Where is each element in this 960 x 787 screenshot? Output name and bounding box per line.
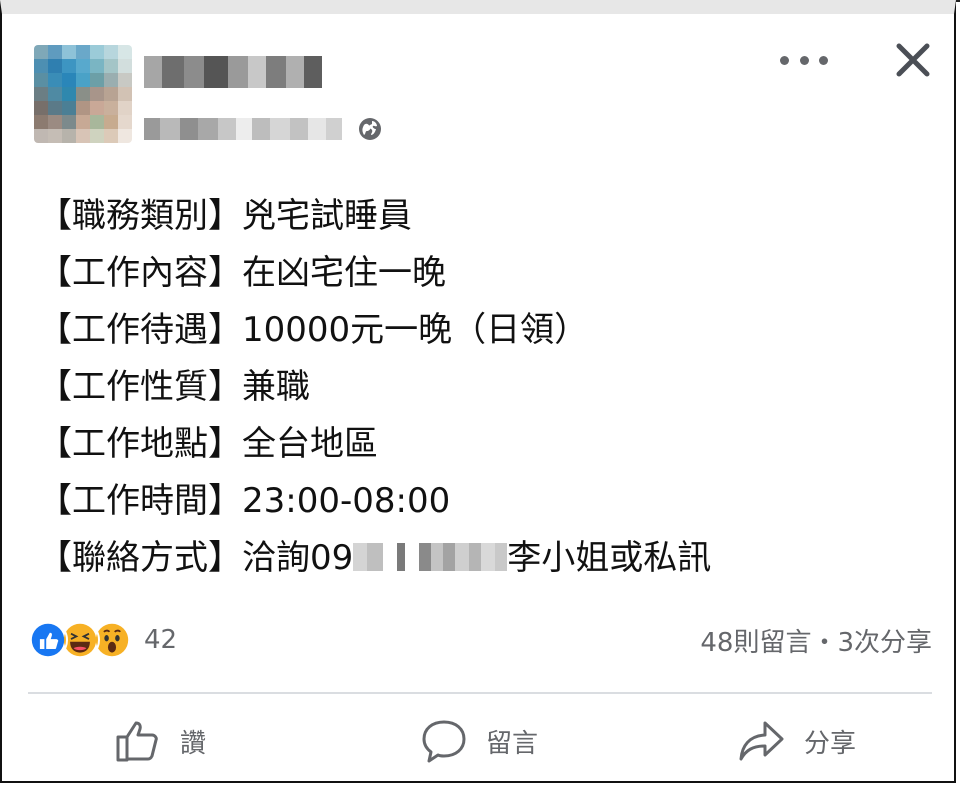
field-label: 【工作地點】 [38, 424, 242, 464]
field-value: 兼職 [242, 367, 310, 407]
field-value: 在凶宅住一晚 [242, 253, 446, 293]
divider [28, 692, 932, 694]
contact-prefix: 洽詢09 [242, 538, 354, 578]
field-value: 兇宅試睡員 [242, 196, 412, 236]
field-value: 10000元一晚（日領） [242, 310, 589, 350]
globe-icon [359, 118, 381, 140]
post-line: 【工作時間】23:00-08:00 [38, 473, 711, 530]
thumbs-up-icon [116, 721, 158, 762]
comment-button[interactable]: 留言 [420, 717, 538, 765]
post-line: 【聯絡方式】洽詢09 李小姐或私訊 [38, 530, 711, 587]
avatar[interactable] [34, 45, 132, 143]
share-button[interactable]: 分享 [738, 717, 856, 765]
field-value: 全台地區 [242, 424, 378, 464]
comment-bubble-icon [422, 720, 466, 763]
like-button[interactable]: 讚 [114, 717, 206, 765]
share-arrow-icon [739, 721, 784, 761]
contact-suffix: 李小姐或私訊 [507, 538, 712, 578]
like-reaction-icon [28, 620, 68, 660]
comment-label: 留言 [486, 728, 539, 759]
share-label: 分享 [804, 728, 857, 759]
like-label: 讚 [180, 728, 207, 759]
post-body: 【職務類別】兇宅試睡員 【工作內容】在凶宅住一晚 【工作待遇】10000元一晚（… [38, 188, 711, 587]
post-line: 【職務類別】兇宅試睡員 [38, 188, 711, 245]
field-label: 【工作待遇】 [38, 310, 242, 350]
post-line: 【工作性質】兼職 [38, 359, 711, 416]
post-timestamp-redacted[interactable] [144, 118, 362, 140]
reactions-summary[interactable]: 42 [28, 620, 177, 660]
field-label: 【工作時間】 [38, 481, 242, 521]
more-options-icon[interactable] [780, 48, 828, 72]
field-label: 【聯絡方式】 [38, 538, 242, 578]
post-line: 【工作內容】在凶宅住一晚 [38, 245, 711, 302]
phone-number-redacted [353, 542, 508, 571]
field-value: 23:00-08:00 [242, 481, 451, 521]
action-bar: 讚 留言 分享 [0, 705, 960, 785]
reaction-count[interactable]: 42 [144, 625, 177, 655]
comment-share-stats[interactable]: 48則留言・3次分享 [700, 622, 932, 659]
author-name-redacted[interactable] [144, 56, 322, 88]
close-icon[interactable] [893, 40, 933, 80]
post-line: 【工作待遇】10000元一晚（日領） [38, 302, 711, 359]
field-label: 【工作性質】 [38, 367, 242, 407]
field-label: 【職務類別】 [38, 196, 242, 236]
field-label: 【工作內容】 [38, 253, 242, 293]
post-line: 【工作地點】全台地區 [38, 416, 711, 473]
